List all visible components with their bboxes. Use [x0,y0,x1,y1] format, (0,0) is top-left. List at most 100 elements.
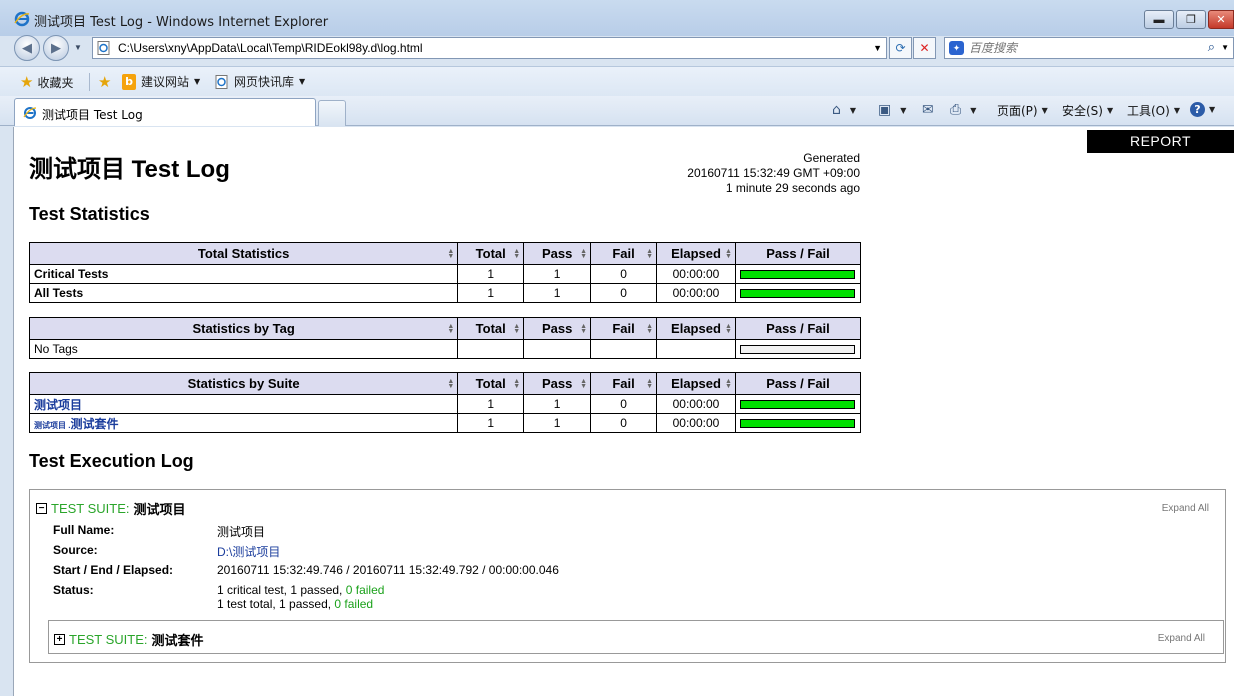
sort-icon: ▲ ▼ [513,378,521,390]
sort-icon: ▲ ▼ [646,323,654,335]
tab-label: 测试项目 Test Log [42,108,143,122]
header-label: Elapsed [671,321,721,336]
add-favorite-button[interactable]: ★ [98,73,115,91]
stop-button[interactable]: ✕ [913,37,936,59]
pass-column-header[interactable]: Pass ▲ ▼ [523,242,592,265]
search-dropdown-icon[interactable]: ▼ [1221,43,1229,52]
total-column-header[interactable]: Total ▲ ▼ [457,242,525,265]
safety-menu-dropdown-icon: ▼ [1106,106,1114,115]
page-icon [97,41,110,55]
header-label: Pass [541,246,573,261]
maximize-button[interactable]: ❐ [1176,10,1206,29]
pass-fail-column-header[interactable]: Pass / Fail [734,372,862,395]
header-label: Total [475,246,506,261]
suite-name: 测试套件 [151,633,204,648]
mail-button[interactable]: ✉ [922,102,939,118]
suite-statistics-header[interactable]: Statistics by Suite ▲ ▼ [28,372,459,395]
forward-button[interactable]: ▶ [43,35,69,61]
back-arrow-icon: ◀ [22,40,32,55]
expand-all-link[interactable]: Expand All [1162,503,1209,514]
forward-arrow-icon: ▶ [51,40,61,55]
back-button[interactable]: ◀ [14,35,40,61]
suite-header[interactable]: − TEST SUITE: 测试项目 [36,499,186,518]
tools-menu-label: 工具(O) [1127,104,1170,118]
total-column-header[interactable]: Total ▲ ▼ [457,317,525,340]
elapsed-column-header[interactable]: Elapsed ▲ ▼ [656,242,736,265]
table-header-row: Statistics by Tag ▲ ▼ Total ▲ ▼ Pass ▲ ▼ Fail ▲… [28,317,862,340]
pass-bar [740,269,856,279]
pass-fail-column-header[interactable]: Pass / Fail [734,242,862,265]
window-controls: ▬ ❐ ✕ [1142,10,1234,29]
report-button[interactable]: REPORT [1087,130,1234,153]
tag-statistics-header[interactable]: Statistics by Tag ▲ ▼ [28,317,459,340]
elapsed-column-header[interactable]: Elapsed ▲ ▼ [656,372,736,395]
safety-menu[interactable]: 安全(S) ▼ [1062,102,1113,119]
minimize-button[interactable]: ▬ [1144,10,1174,29]
refresh-button[interactable]: ⟳ [889,37,912,59]
meta-key: Start / End / Elapsed: [53,563,174,577]
search-input[interactable] [969,40,1199,56]
elapsed-column-header[interactable]: Elapsed ▲ ▼ [656,317,736,340]
address-dropdown-icon[interactable]: ▼ [873,43,882,53]
times-row: Start / End / Elapsed: 20160711 15:32:49… [53,563,559,577]
header-label: Pass [541,321,573,336]
page-menu-label: 页面(P) [997,104,1038,118]
print-button[interactable]: ⎙ ▼ [950,102,976,118]
expand-all-link[interactable]: Expand All [1158,633,1205,644]
collapse-icon[interactable]: − [36,503,47,514]
address-text[interactable]: C:\Users\xny\AppData\Local\Temp\RIDEokl9… [118,41,423,55]
search-box[interactable]: ✦ ⌕ ▼ [944,37,1234,59]
suite-link[interactable]: 测试项目 [28,394,459,414]
status-line-critical: 1 critical test, 1 passed, 0 failed [217,583,384,597]
feeds-button[interactable]: ▣ ▼ [878,102,906,118]
page-menu[interactable]: 页面(P) ▼ [997,102,1048,119]
home-button[interactable]: ⌂ ▼ [832,102,856,118]
help-button[interactable]: ? ▼ [1190,102,1215,117]
source-link[interactable]: D:\测试项目 [217,543,280,560]
pass-fail-column-header[interactable]: Pass / Fail [734,317,862,340]
suite-link[interactable]: 测试项目 .测试套件 [28,413,459,433]
stat-total: 1 [457,264,525,284]
sort-icon: ▲ ▼ [580,323,588,335]
stat-name: Critical Tests [28,264,459,284]
total-statistics-header[interactable]: Total Statistics ▲ ▼ [28,242,459,265]
table-row[interactable]: All Tests 1 1 0 00:00:00 [28,283,862,303]
total-column-header[interactable]: Total ▲ ▼ [457,372,525,395]
new-tab-button[interactable] [318,100,346,126]
page-content: REPORT 测试项目 Test Log Generated 20160711 … [13,127,1234,696]
pass-bar [740,418,856,428]
header-label: Pass / Fail [766,246,830,261]
address-bar[interactable]: C:\Users\xny\AppData\Local\Temp\RIDEokl9… [92,37,887,59]
tools-menu[interactable]: 工具(O) ▼ [1127,102,1180,119]
suggested-sites-button[interactable]: b 建议网站 ▼ [122,73,200,90]
child-suite-header[interactable]: + TEST SUITE: 测试套件 [54,630,204,649]
history-dropdown-icon[interactable]: ▼ [74,43,82,52]
home-icon: ⌂ [832,102,841,118]
table-row[interactable]: 测试项目 .测试套件 1 1 0 00:00:00 [28,413,862,433]
header-label: Pass / Fail [766,376,830,391]
expand-icon[interactable]: + [54,634,65,645]
close-button[interactable]: ✕ [1208,10,1234,29]
fail-column-header[interactable]: Fail ▲ ▼ [590,242,658,265]
status-text: 1 test total, 1 passed, [217,597,335,611]
favorites-button[interactable]: ★ 收藏夹 [20,73,73,91]
table-row[interactable]: 测试项目 1 1 0 00:00:00 [28,394,862,414]
stat-bar-cell [734,283,862,303]
stat-total [457,339,525,359]
tab-test-log[interactable]: 测试项目 Test Log [14,98,316,126]
stat-bar-cell [734,413,862,433]
search-icon[interactable]: ⌕ [1208,39,1215,55]
tag-statistics-table: Statistics by Tag ▲ ▼ Total ▲ ▼ Pass ▲ ▼ Fail ▲… [28,317,862,359]
stat-fail: 0 [590,394,658,414]
print-dropdown-icon: ▼ [970,105,977,115]
header-label: Pass / Fail [766,321,830,336]
webslice-gallery-button[interactable]: 网页快讯库 ▼ [215,73,305,90]
fail-column-header[interactable]: Fail ▲ ▼ [590,372,658,395]
pass-column-header[interactable]: Pass ▲ ▼ [523,372,592,395]
sort-icon: ▲ ▼ [447,248,455,260]
pass-column-header[interactable]: Pass ▲ ▼ [523,317,592,340]
fail-column-header[interactable]: Fail ▲ ▼ [590,317,658,340]
suite-name: 测试项目 [133,502,186,517]
table-row[interactable]: Critical Tests 1 1 0 00:00:00 [28,264,862,284]
status-line-total: 1 test total, 1 passed, 0 failed [217,597,384,611]
